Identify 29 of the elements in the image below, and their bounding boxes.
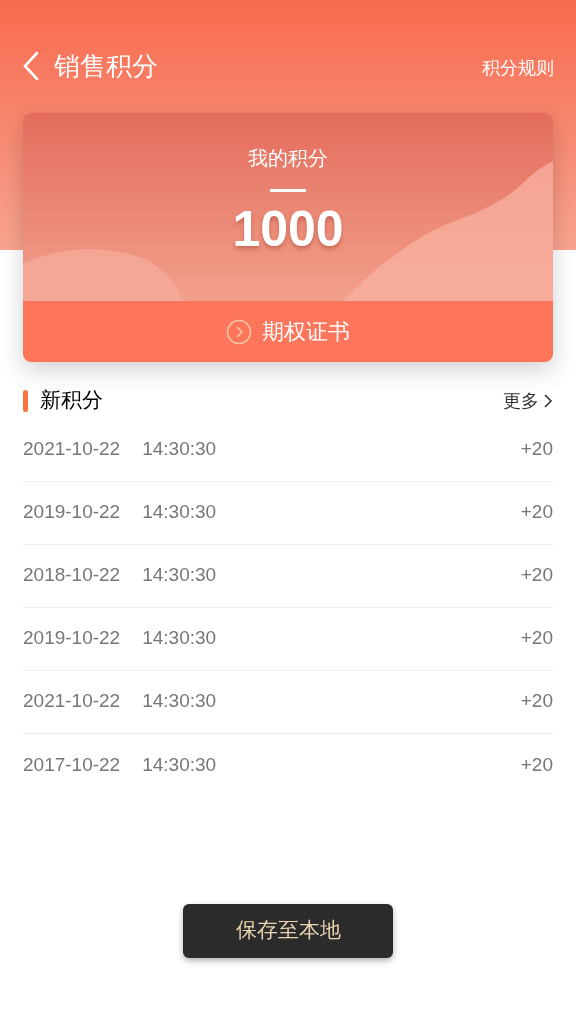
record-points: +20 [520,500,553,525]
record-points: +20 [520,689,553,714]
record-time: 14:30:30 [142,626,217,651]
record-time: 14:30:30 [142,689,217,714]
record-date: 2019-10-22 [23,500,121,525]
record-points: +20 [520,437,553,462]
record-date: 2021-10-22 [23,689,121,714]
section-title: 新积分 [40,387,103,414]
points-label: 我的积分 [248,145,328,172]
back-icon [22,51,40,81]
record-points: +20 [520,752,553,777]
record-time: 14:30:30 [142,500,217,525]
accent-bar [23,389,28,412]
back-button[interactable] [22,51,40,81]
record-date: 2018-10-22 [23,563,121,588]
record-date: 2017-10-22 [23,752,121,777]
more-link[interactable]: 更多 [503,387,553,415]
record-time: 14:30:30 [142,752,217,777]
chevron-right-icon [543,392,553,409]
record-points: +20 [520,563,553,588]
chevron-circle-icon [226,318,252,345]
record-date: 2019-10-22 [23,626,121,651]
record-points: +20 [520,626,553,651]
record-date: 2021-10-22 [23,437,121,462]
points-value: 1000 [232,204,344,254]
record-time: 14:30:30 [142,563,217,588]
page-title: 销售积分 [54,49,158,83]
save-button[interactable]: 保存至本地 [183,904,393,958]
record-time: 14:30:30 [142,437,217,462]
